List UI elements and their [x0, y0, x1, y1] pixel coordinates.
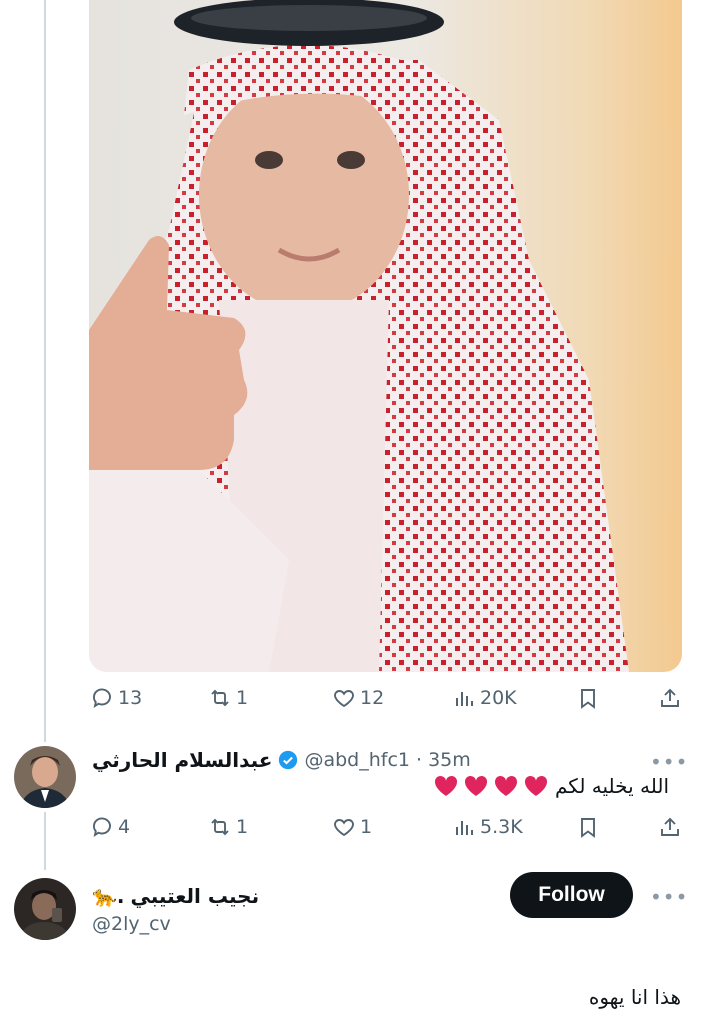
- like-icon: [334, 819, 354, 837]
- display-name[interactable]: نجيب العتيبي: [131, 884, 260, 908]
- reply-count: 13: [118, 687, 143, 709]
- post-body: هذا انا يهوه: [588, 985, 681, 1009]
- display-name-emoji: 🐆.: [92, 884, 125, 908]
- post-action-bar: 13 1 12 20K: [0, 686, 711, 720]
- avatar-image: [14, 746, 76, 808]
- repost-button[interactable]: 1: [208, 686, 248, 710]
- reply-header: عبدالسلام الحارثي @abd_hfc1 · 35m: [92, 748, 471, 772]
- share-icon: [661, 817, 679, 836]
- post-photo[interactable]: [89, 0, 682, 672]
- reply-icon: [93, 688, 111, 709]
- repost-count: 1: [236, 816, 249, 838]
- like-button[interactable]: 12: [332, 686, 384, 710]
- bookmark-button[interactable]: [576, 815, 600, 839]
- avatar[interactable]: [14, 878, 76, 940]
- red-heart-icon: [494, 775, 518, 796]
- reply-text: الله يخليه لكم: [433, 774, 669, 798]
- display-name[interactable]: عبدالسلام الحارثي: [92, 748, 272, 772]
- like-count: 1: [360, 816, 373, 838]
- user-handle[interactable]: @abd_hfc1: [304, 749, 410, 771]
- bookmark-icon: [581, 818, 595, 838]
- post-time[interactable]: · 35m: [416, 749, 471, 771]
- bookmark-button[interactable]: [576, 686, 600, 710]
- analytics-icon: [456, 692, 473, 706]
- reply-button[interactable]: 4: [90, 815, 130, 839]
- views-button[interactable]: 5.3K: [452, 815, 523, 839]
- reply-icon: [93, 817, 111, 838]
- reply-button[interactable]: 13: [90, 686, 142, 710]
- like-icon: [334, 690, 354, 708]
- red-heart-icon: [524, 775, 548, 796]
- like-button[interactable]: 1: [332, 815, 372, 839]
- share-button[interactable]: [658, 815, 682, 839]
- views-button[interactable]: 20K: [452, 686, 517, 710]
- share-button[interactable]: [658, 686, 682, 710]
- user-handle[interactable]: @2ly_cv: [92, 913, 171, 935]
- avatar[interactable]: [14, 746, 76, 808]
- follow-button[interactable]: Follow: [510, 872, 633, 918]
- reply-count: 4: [118, 816, 131, 838]
- repost-button[interactable]: 1: [208, 815, 248, 839]
- avatar-image: [14, 878, 76, 940]
- photo-illustration: [89, 0, 629, 672]
- post-text: هذا انا يهوه: [589, 985, 681, 1009]
- bookmark-icon: [581, 689, 595, 709]
- share-icon: [661, 688, 679, 707]
- more-options-button[interactable]: •••: [650, 750, 688, 774]
- analytics-icon: [456, 821, 473, 835]
- verified-badge-icon: [279, 750, 298, 770]
- reply-body: الله يخليه لكم: [554, 774, 669, 798]
- more-options-button[interactable]: •••: [650, 885, 688, 909]
- views-count: 20K: [480, 687, 517, 709]
- repost-icon: [211, 689, 229, 707]
- repost-count: 1: [236, 687, 249, 709]
- next-post-header: 🐆. نجيب العتيبي: [92, 884, 259, 908]
- like-count: 12: [360, 687, 385, 709]
- red-heart-icon: [464, 775, 488, 796]
- heart-emojis: [433, 774, 549, 798]
- red-heart-icon: [434, 775, 458, 796]
- reply-action-bar: 4 1 1 5.3K: [0, 815, 711, 849]
- thread-connector-line: [44, 0, 46, 742]
- views-count: 5.3K: [480, 816, 523, 838]
- repost-icon: [211, 818, 229, 836]
